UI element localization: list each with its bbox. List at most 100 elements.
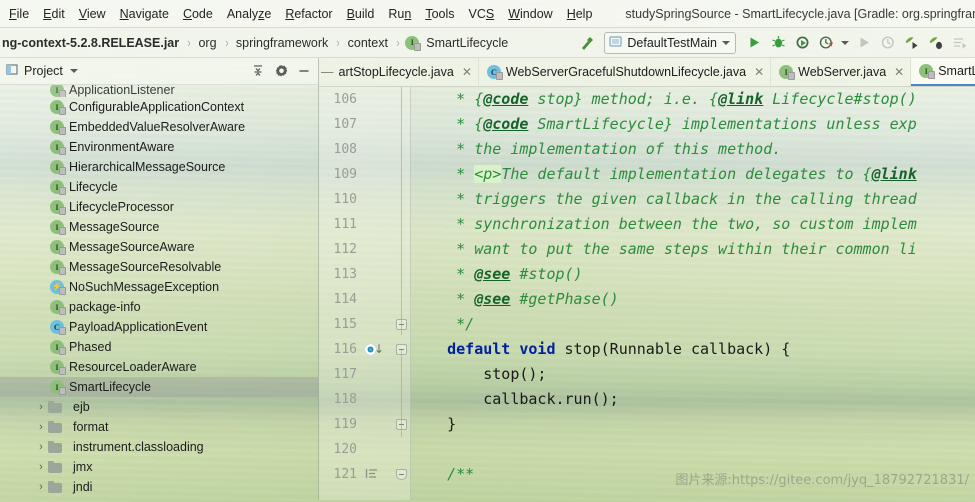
gutter-row[interactable]: 113 bbox=[319, 262, 410, 287]
menu-edit[interactable]: Edit bbox=[36, 4, 72, 24]
menu-tools[interactable]: Tools bbox=[418, 4, 461, 24]
close-icon[interactable]: ✕ bbox=[754, 65, 764, 79]
menu-code[interactable]: Code bbox=[176, 4, 220, 24]
tree-file-row[interactable]: I ResourceLoaderAware bbox=[0, 357, 318, 377]
tree-file-row[interactable]: I MessageSourceAware bbox=[0, 237, 318, 257]
menu-navigate[interactable]: Navigate bbox=[113, 4, 176, 24]
gutter-row[interactable]: 106 bbox=[319, 87, 410, 112]
tree-folder-row[interactable]: › format bbox=[0, 417, 318, 437]
tree-file-row[interactable]: I Phased bbox=[0, 337, 318, 357]
chevron-right-icon[interactable]: › bbox=[34, 461, 48, 473]
menu-view[interactable]: View bbox=[72, 4, 113, 24]
tree-file-row[interactable]: I ConfigurableApplicationContext bbox=[0, 97, 318, 117]
profile-dropdown[interactable] bbox=[839, 32, 851, 54]
menu-refactor[interactable]: Refactor bbox=[278, 4, 339, 24]
attach-debugger-button[interactable] bbox=[925, 32, 947, 54]
menu-run[interactable]: Run bbox=[381, 4, 418, 24]
chevron-down-icon[interactable] bbox=[722, 40, 730, 45]
gutter-row[interactable]: 115 bbox=[319, 312, 410, 337]
editor-gutter[interactable]: 106 107 108 109 110 111 112 113 114 115 116 ↓ 117 118… bbox=[319, 87, 411, 500]
tree-folder-row[interactable]: › instrument.classloading bbox=[0, 437, 318, 457]
tree-folder-row[interactable]: › ejb bbox=[0, 397, 318, 417]
gutter-row[interactable]: 116 ↓ bbox=[319, 337, 410, 362]
rerun-button[interactable] bbox=[853, 32, 875, 54]
tree-file-row[interactable]: I SmartLifecycle bbox=[0, 377, 318, 397]
menu-help[interactable]: Help bbox=[560, 4, 600, 24]
gutter-row[interactable]: 111 bbox=[319, 212, 410, 237]
code-line[interactable]: * @see #stop() bbox=[411, 262, 975, 287]
gutter-row[interactable]: 108 bbox=[319, 137, 410, 162]
editor-tab[interactable]: I WebServer.java ✕ bbox=[771, 58, 912, 86]
chevron-right-icon[interactable]: › bbox=[34, 401, 48, 413]
implemented-method-icon[interactable]: ↓ bbox=[365, 343, 384, 356]
tree-file-row[interactable]: I HierarchicalMessageSource bbox=[0, 157, 318, 177]
code-line[interactable]: callback.run(); bbox=[411, 387, 975, 412]
tree-file-row[interactable]: ⚡ NoSuchMessageException bbox=[0, 277, 318, 297]
tree-file-row[interactable]: C PayloadApplicationEvent bbox=[0, 317, 318, 337]
tree-folder-row[interactable]: › jndi bbox=[0, 477, 318, 497]
breadcrumb-item-smartlifecycle[interactable]: I SmartLifecycle bbox=[405, 35, 510, 51]
chevron-right-icon[interactable]: › bbox=[34, 441, 48, 453]
code-editor[interactable]: 106 107 108 109 110 111 112 113 114 115 116 ↓ 117 118… bbox=[319, 87, 975, 500]
breadcrumb-item-springframework[interactable]: springframework bbox=[234, 36, 330, 50]
chevron-down-icon[interactable] bbox=[69, 69, 78, 73]
debug-button[interactable] bbox=[767, 32, 789, 54]
run-button[interactable] bbox=[743, 32, 765, 54]
chevron-right-icon[interactable]: › bbox=[34, 421, 48, 433]
code-line[interactable]: * <p>The default implementation delegate… bbox=[411, 162, 975, 187]
gutter-row[interactable]: 120 bbox=[319, 437, 410, 462]
gutter-row[interactable]: 121 bbox=[319, 462, 410, 487]
code-line[interactable]: */ bbox=[411, 312, 975, 337]
build-hammer-icon[interactable] bbox=[576, 32, 598, 54]
editor-tab[interactable]: ISmartLifecy bbox=[911, 58, 975, 86]
editor-tab[interactable]: C WebServerGracefulShutdownLifecycle.java… bbox=[479, 58, 772, 86]
tree-file-row[interactable]: I EnvironmentAware bbox=[0, 137, 318, 157]
code-line[interactable]: * triggers the given callback in the cal… bbox=[411, 187, 975, 212]
close-icon[interactable]: ✕ bbox=[462, 65, 472, 79]
gear-icon[interactable] bbox=[271, 61, 291, 81]
menu-vcs[interactable]: VCS bbox=[462, 4, 502, 24]
tree-file-row[interactable]: I MessageSource bbox=[0, 217, 318, 237]
code-line[interactable]: * synchronization between the two, so cu… bbox=[411, 212, 975, 237]
tree-file-row[interactable]: I LifecycleProcessor bbox=[0, 197, 318, 217]
minus-icon[interactable] bbox=[294, 61, 314, 81]
menu-window[interactable]: Window bbox=[501, 4, 559, 24]
run-configuration-selector[interactable]: DefaultTestMain bbox=[604, 31, 736, 54]
tree-file-row[interactable]: I Lifecycle bbox=[0, 177, 318, 197]
javadoc-lines-icon[interactable] bbox=[365, 467, 379, 482]
menu-build[interactable]: Build bbox=[340, 4, 382, 24]
breadcrumb-item-ng-context-5-2-8-release-jar[interactable]: ng-context-5.2.8.RELEASE.jar bbox=[0, 36, 181, 50]
code-line[interactable]: } bbox=[411, 412, 975, 437]
editor-tab[interactable]: — artStopLifecycle.java ✕ bbox=[319, 58, 479, 86]
code-line[interactable]: * {@code stop} method; i.e. {@link Lifec… bbox=[411, 87, 975, 112]
close-icon[interactable]: ✕ bbox=[894, 65, 904, 79]
code-line[interactable]: /** bbox=[411, 462, 975, 487]
gutter-row[interactable]: 112 bbox=[319, 237, 410, 262]
stop-coverage-button[interactable] bbox=[877, 32, 899, 54]
breadcrumb-item-context[interactable]: context bbox=[346, 36, 390, 50]
code-line[interactable]: * {@code SmartLifecycle} implementations… bbox=[411, 112, 975, 137]
run-dashboard-button[interactable] bbox=[949, 32, 971, 54]
gutter-row[interactable]: 119 bbox=[319, 412, 410, 437]
breadcrumb-item-org[interactable]: org bbox=[196, 36, 218, 50]
code-line[interactable]: * want to put the same steps within thei… bbox=[411, 237, 975, 262]
code-fold-marker[interactable] bbox=[396, 469, 407, 480]
menu-file[interactable]: File bbox=[2, 4, 36, 24]
gutter-row[interactable]: 110 bbox=[319, 187, 410, 212]
code-line[interactable]: default void stop(Runnable callback) { bbox=[411, 337, 975, 362]
tree-file-row[interactable]: Ipackage-info bbox=[0, 297, 318, 317]
code-content[interactable]: * {@code stop} method; i.e. {@link Lifec… bbox=[411, 87, 975, 500]
profile-button[interactable] bbox=[815, 32, 837, 54]
gutter-row[interactable]: 114 bbox=[319, 287, 410, 312]
code-line[interactable]: stop(); bbox=[411, 362, 975, 387]
attach-profiler-button[interactable] bbox=[901, 32, 923, 54]
code-line[interactable] bbox=[411, 437, 975, 462]
gutter-row[interactable]: 118 bbox=[319, 387, 410, 412]
tree-file-row[interactable]: I EmbeddedValueResolverAware bbox=[0, 117, 318, 137]
tree-file-row[interactable]: I ApplicationListener bbox=[0, 85, 318, 97]
project-tree[interactable]: I ApplicationListener I ConfigurableApplica… bbox=[0, 85, 318, 500]
menu-analyze[interactable]: Analyze bbox=[220, 4, 278, 24]
tree-folder-row[interactable]: › jmx bbox=[0, 457, 318, 477]
gutter-row[interactable]: 109 bbox=[319, 162, 410, 187]
code-line[interactable]: * the implementation of this method. bbox=[411, 137, 975, 162]
